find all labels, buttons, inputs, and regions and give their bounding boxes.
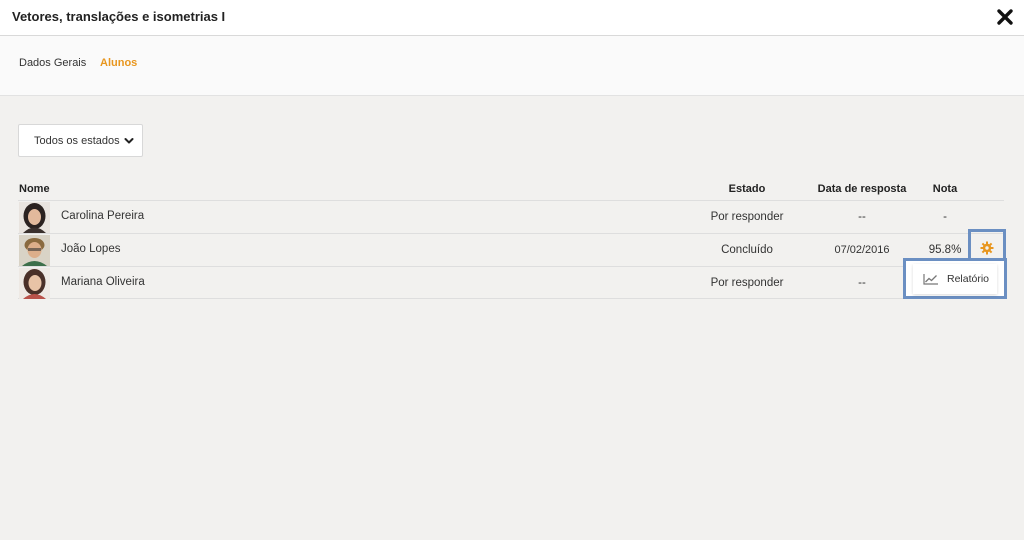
column-header-name[interactable]: Nome xyxy=(19,183,50,195)
tabs-bar: Dados Gerais Alunos xyxy=(0,36,1024,96)
tab-alunos[interactable]: Alunos xyxy=(100,57,137,69)
column-header-date[interactable]: Data de resposta xyxy=(818,183,907,195)
table-row[interactable]: João Lopes Concluído 07/02/2016 95.8% xyxy=(18,233,1004,266)
student-name: Mariana Oliveira xyxy=(61,276,145,288)
response-date: -- xyxy=(858,211,866,223)
close-icon[interactable] xyxy=(996,8,1014,26)
table-row[interactable]: Mariana Oliveira Por responder -- xyxy=(18,266,1004,299)
title-bar: Vetores, translações e isometrias I xyxy=(0,0,1024,36)
menu-item-relatorio[interactable]: Relatório xyxy=(913,264,997,294)
student-state: Concluído xyxy=(721,244,773,256)
student-name: Carolina Pereira xyxy=(61,210,145,222)
avatar xyxy=(19,235,50,266)
state-filter-select[interactable]: Todos os estados xyxy=(18,124,143,157)
column-header-state[interactable]: Estado xyxy=(729,183,766,195)
chart-line-icon xyxy=(923,274,938,285)
window-title: Vetores, translações e isometrias I xyxy=(12,9,226,24)
student-state: Por responder xyxy=(710,211,784,223)
chevron-down-icon xyxy=(124,136,134,146)
student-grade: 95.8% xyxy=(928,244,962,256)
student-state: Por responder xyxy=(710,277,784,289)
row-actions-menu: Relatório xyxy=(903,258,1007,299)
student-name: João Lopes xyxy=(61,243,121,255)
tab-dados-gerais[interactable]: Dados Gerais xyxy=(19,57,86,69)
table-row[interactable]: Carolina Pereira Por responder -- - xyxy=(18,200,1004,233)
avatar xyxy=(19,202,50,233)
column-header-grade[interactable]: Nota xyxy=(933,183,957,195)
student-grade: - xyxy=(943,211,947,223)
menu-item-label: Relatório xyxy=(947,273,990,285)
response-date: 07/02/2016 xyxy=(834,244,890,256)
gear-icon xyxy=(980,241,994,255)
state-filter-value: Todos os estados xyxy=(34,135,120,147)
avatar xyxy=(19,268,50,299)
response-date: -- xyxy=(858,277,866,289)
